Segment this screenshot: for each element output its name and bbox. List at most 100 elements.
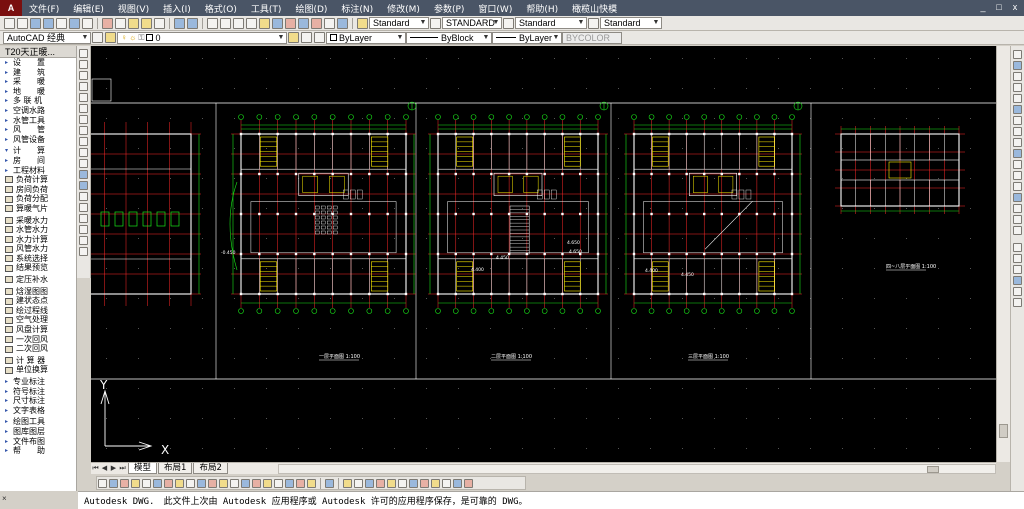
aligned-dim-icon[interactable] (109, 478, 118, 488)
line-icon[interactable] (79, 49, 88, 58)
menu-item[interactable]: 视图(V) (111, 2, 156, 15)
zoom-previous-icon[interactable] (246, 17, 257, 29)
panel-item[interactable]: ▸ 风 管 (0, 125, 76, 135)
ellipse-icon[interactable] (79, 148, 88, 157)
copy-icon[interactable] (115, 17, 126, 29)
dim-style-icon[interactable] (325, 478, 334, 488)
prev-tab-icon[interactable]: ◀ (100, 464, 109, 473)
panel-item[interactable]: ▾ 计 算 (0, 146, 76, 156)
linear-dim-icon[interactable] (98, 478, 107, 488)
tab-layout1[interactable]: 布局1 (158, 463, 193, 474)
vertical-scrollbar-thumb[interactable] (999, 424, 1008, 438)
panel-item[interactable]: ▸ 多 联 机 (0, 96, 76, 106)
tab-layout2[interactable]: 布局2 (193, 463, 228, 474)
polygon-icon[interactable] (79, 82, 88, 91)
revision-cloud-icon[interactable] (79, 126, 88, 135)
first-tab-icon[interactable]: ⏮ (91, 464, 100, 473)
layer-unisolate-icon[interactable] (409, 478, 418, 488)
panel-item[interactable]: ▸ 空调水路 (0, 106, 76, 116)
layer-manager-icon[interactable] (105, 32, 116, 43)
diameter-icon[interactable] (164, 478, 173, 488)
table-style-select[interactable]: Standard ▼ (515, 17, 587, 29)
help-icon[interactable] (337, 17, 348, 29)
layer-walk-icon[interactable] (387, 478, 396, 488)
panel-item[interactable]: 二次回风 (0, 344, 76, 354)
panel-item[interactable]: 风盘计算 (0, 325, 76, 335)
menu-item[interactable]: 橄榄山快模 (565, 2, 624, 15)
dim-edit-icon[interactable] (285, 478, 294, 488)
dim-break-icon[interactable] (230, 478, 239, 488)
panel-item[interactable]: 风管水力 (0, 244, 76, 254)
horizontal-scrollbar[interactable] (277, 463, 996, 474)
lineweight-select[interactable]: ByLayer ▼ (492, 31, 562, 44)
panel-item[interactable]: ▸ 帮 助 (0, 446, 76, 456)
layer-off-icon[interactable] (343, 478, 352, 488)
multileader-style-select[interactable]: Standard ▼ (600, 17, 662, 29)
publish-icon[interactable] (69, 17, 80, 29)
redo-icon[interactable] (187, 17, 198, 29)
hatch-back-icon[interactable] (1013, 298, 1022, 307)
panel-item[interactable]: 负荷分配 (0, 194, 76, 204)
zoom-realtime-icon[interactable] (220, 17, 231, 29)
new-icon[interactable] (4, 17, 15, 29)
menu-item[interactable]: 标注(N) (334, 2, 380, 15)
mirror-icon[interactable] (1013, 72, 1022, 81)
offset-icon[interactable] (1013, 83, 1022, 92)
polyline-icon[interactable] (79, 71, 88, 80)
plotstyle-select[interactable]: BYCOLOR (562, 31, 622, 44)
insert-block-icon[interactable] (79, 170, 88, 179)
draworder-icon[interactable] (1013, 243, 1022, 252)
make-current-layer-icon[interactable] (288, 32, 299, 43)
layer-freeze-icon[interactable] (365, 478, 374, 488)
dim-space-icon[interactable] (219, 478, 228, 488)
3d-print-icon[interactable] (82, 17, 93, 29)
point-icon[interactable] (79, 192, 88, 201)
panel-item[interactable]: ▸ 地 暖 (0, 87, 76, 97)
layer-delete-icon[interactable] (431, 478, 440, 488)
markup-icon[interactable] (311, 17, 322, 29)
panel-item[interactable]: ▸ 采 暖 (0, 77, 76, 87)
chamfer-icon[interactable] (1013, 204, 1022, 213)
layer-match-icon[interactable] (420, 478, 429, 488)
copy-object-icon[interactable] (1013, 61, 1022, 70)
center-mark-icon[interactable] (252, 478, 261, 488)
panel-item[interactable]: ▸ 风管设备 (0, 135, 76, 145)
menu-item[interactable]: 参数(P) (427, 2, 471, 15)
panel-item[interactable]: ▸ 文件布图 (0, 437, 76, 447)
open-icon[interactable] (17, 17, 28, 29)
last-tab-icon[interactable]: ⏭ (118, 464, 127, 473)
array-icon[interactable] (1013, 94, 1022, 103)
make-block-icon[interactable] (79, 181, 88, 190)
jogged-linear-icon[interactable] (274, 478, 283, 488)
close-icon[interactable]: x (1010, 2, 1020, 12)
menu-item[interactable]: 编辑(E) (66, 2, 111, 15)
panel-item[interactable]: ▸ 符号标注 (0, 387, 76, 397)
design-center-icon[interactable] (272, 17, 283, 29)
layer-lock-icon[interactable] (376, 478, 385, 488)
panel-item[interactable]: ▸ 专业标注 (0, 377, 76, 387)
radius-icon[interactable] (142, 478, 151, 488)
break-point-icon[interactable] (1013, 171, 1022, 180)
dim-update-icon[interactable] (307, 478, 316, 488)
multileader-style-icon[interactable] (588, 17, 599, 29)
workspace-settings-icon[interactable] (92, 32, 103, 43)
dim-style-select[interactable]: STANDARD ▼ (442, 17, 502, 29)
scale-icon[interactable] (1013, 127, 1022, 136)
panel-item[interactable]: 采暖水力 (0, 216, 76, 226)
panel-item[interactable]: ▸ 建 筑 (0, 68, 76, 78)
layer-state-icon[interactable] (314, 32, 325, 43)
send-back-icon[interactable] (1013, 265, 1022, 274)
restore-icon[interactable]: □ (994, 2, 1004, 12)
fillet-icon[interactable] (1013, 215, 1022, 224)
layer-select[interactable]: ♀ ☼ ⚿ 0 ▼ (117, 31, 287, 44)
construction-line-icon[interactable] (79, 60, 88, 69)
region-icon[interactable] (79, 225, 88, 234)
panel-item[interactable]: 空气处理 (0, 315, 76, 325)
quick-dim-icon[interactable] (186, 478, 195, 488)
menu-item[interactable]: 修改(M) (380, 2, 427, 15)
spline-icon[interactable] (79, 137, 88, 146)
hatch-icon[interactable] (79, 203, 88, 212)
workspace-select[interactable]: AutoCAD 经典 ▼ (3, 31, 91, 44)
text-style-icon[interactable] (357, 17, 368, 29)
cut-icon[interactable] (102, 17, 113, 29)
